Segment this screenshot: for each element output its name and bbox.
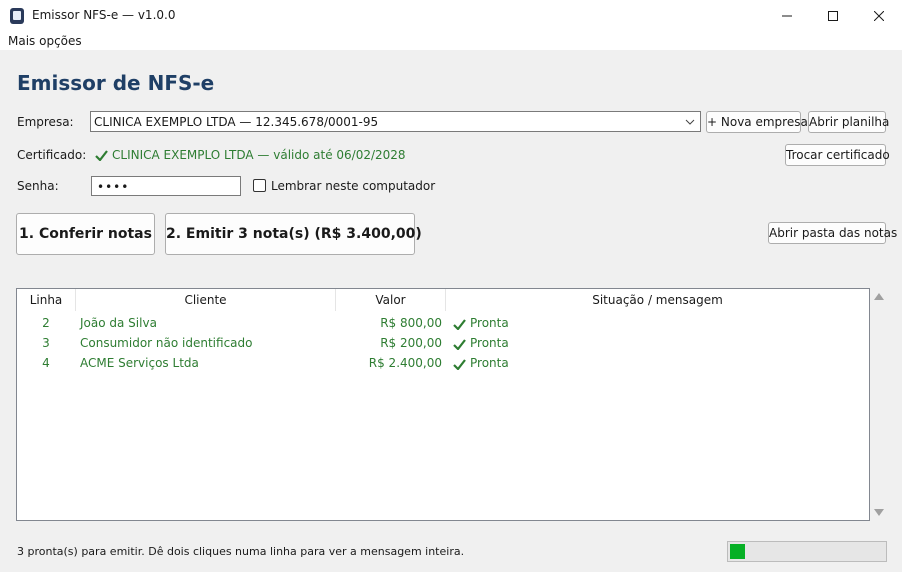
column-header-valor[interactable]: Valor bbox=[336, 289, 446, 311]
scroll-up-icon[interactable] bbox=[874, 292, 884, 300]
check-icon bbox=[453, 319, 466, 330]
chevron-down-icon bbox=[685, 119, 695, 125]
progress-bar-fill bbox=[730, 544, 745, 559]
close-icon bbox=[874, 10, 884, 21]
abrir-planilha-button[interactable]: Abrir planilha bbox=[808, 111, 889, 133]
status-text: 3 pronta(s) para emitir. Dê dois cliques… bbox=[17, 545, 465, 558]
check-icon bbox=[453, 359, 466, 370]
page-title: Emissor de NFS-e bbox=[17, 71, 215, 95]
main-panel: Emissor de NFS-e Empresa: CLINICA EXEMPL… bbox=[0, 50, 902, 572]
empresa-selected-value: CLINICA EXEMPLO LTDA — 12.345.678/0001-9… bbox=[94, 115, 379, 129]
scroll-down-icon[interactable] bbox=[874, 509, 884, 517]
menu-bar: Mais opções bbox=[0, 31, 902, 50]
empresa-select[interactable]: CLINICA EXEMPLO LTDA — 12.345.678/0001-9… bbox=[90, 111, 701, 132]
column-header-cliente[interactable]: Cliente bbox=[76, 289, 336, 311]
maximize-icon bbox=[828, 10, 838, 21]
table-row-linha[interactable]: 2 bbox=[37, 316, 55, 330]
conferir-notas-button[interactable]: 1. Conferir notas bbox=[16, 213, 155, 255]
table-row-linha[interactable]: 3 bbox=[37, 336, 55, 350]
column-header-situacao[interactable]: Situação / mensagem bbox=[446, 289, 869, 311]
table-row-cliente[interactable]: ACME Serviços Ltda bbox=[80, 356, 199, 370]
title-bar: Emissor NFS-e — v1.0.0 bbox=[0, 0, 902, 31]
table-row-cliente[interactable]: Consumidor não identificado bbox=[80, 336, 252, 350]
notas-table[interactable]: Linha Cliente Valor Situação / mensagem … bbox=[16, 288, 870, 521]
nova-empresa-button[interactable]: + Nova empresa bbox=[706, 111, 808, 133]
certificado-status: CLINICA EXEMPLO LTDA — válido até 06/02/… bbox=[95, 148, 406, 162]
certificado-status-text: CLINICA EXEMPLO LTDA — válido até 06/02/… bbox=[112, 148, 406, 162]
window-title: Emissor NFS-e — v1.0.0 bbox=[32, 8, 176, 22]
table-row-situacao[interactable]: Pronta bbox=[470, 336, 509, 350]
app-icon bbox=[10, 8, 24, 24]
check-icon bbox=[453, 339, 466, 350]
table-row-situacao[interactable]: Pronta bbox=[470, 316, 509, 330]
abrir-pasta-button[interactable]: Abrir pasta das notas bbox=[768, 222, 897, 244]
table-row-linha[interactable]: 4 bbox=[37, 356, 55, 370]
table-row-cliente[interactable]: João da Silva bbox=[80, 316, 157, 330]
senha-label: Senha: bbox=[17, 179, 59, 193]
lembrar-label: Lembrar neste computador bbox=[271, 179, 436, 193]
check-icon bbox=[95, 149, 108, 161]
minimize-button[interactable] bbox=[764, 0, 810, 31]
table-row-situacao[interactable]: Pronta bbox=[470, 356, 509, 370]
lembrar-checkbox[interactable] bbox=[253, 179, 266, 192]
trocar-certificado-button[interactable]: Trocar certificado bbox=[785, 144, 890, 166]
emitir-notas-button[interactable]: 2. Emitir 3 nota(s) (R$ 3.400,00) bbox=[165, 213, 422, 255]
maximize-button[interactable] bbox=[810, 0, 856, 31]
empresa-label: Empresa: bbox=[17, 115, 74, 129]
column-header-linha[interactable]: Linha bbox=[17, 289, 76, 311]
table-row-valor[interactable]: R$ 2.400,00 bbox=[336, 356, 442, 370]
table-row-valor[interactable]: R$ 800,00 bbox=[336, 316, 442, 330]
certificado-label: Certificado: bbox=[17, 148, 87, 162]
menu-mais-opcoes[interactable]: Mais opções bbox=[8, 34, 82, 48]
close-button[interactable] bbox=[856, 0, 902, 31]
senha-input[interactable]: •••• bbox=[91, 176, 241, 196]
progress-bar bbox=[727, 541, 887, 562]
minimize-icon bbox=[782, 15, 792, 16]
table-row-valor[interactable]: R$ 200,00 bbox=[336, 336, 442, 350]
